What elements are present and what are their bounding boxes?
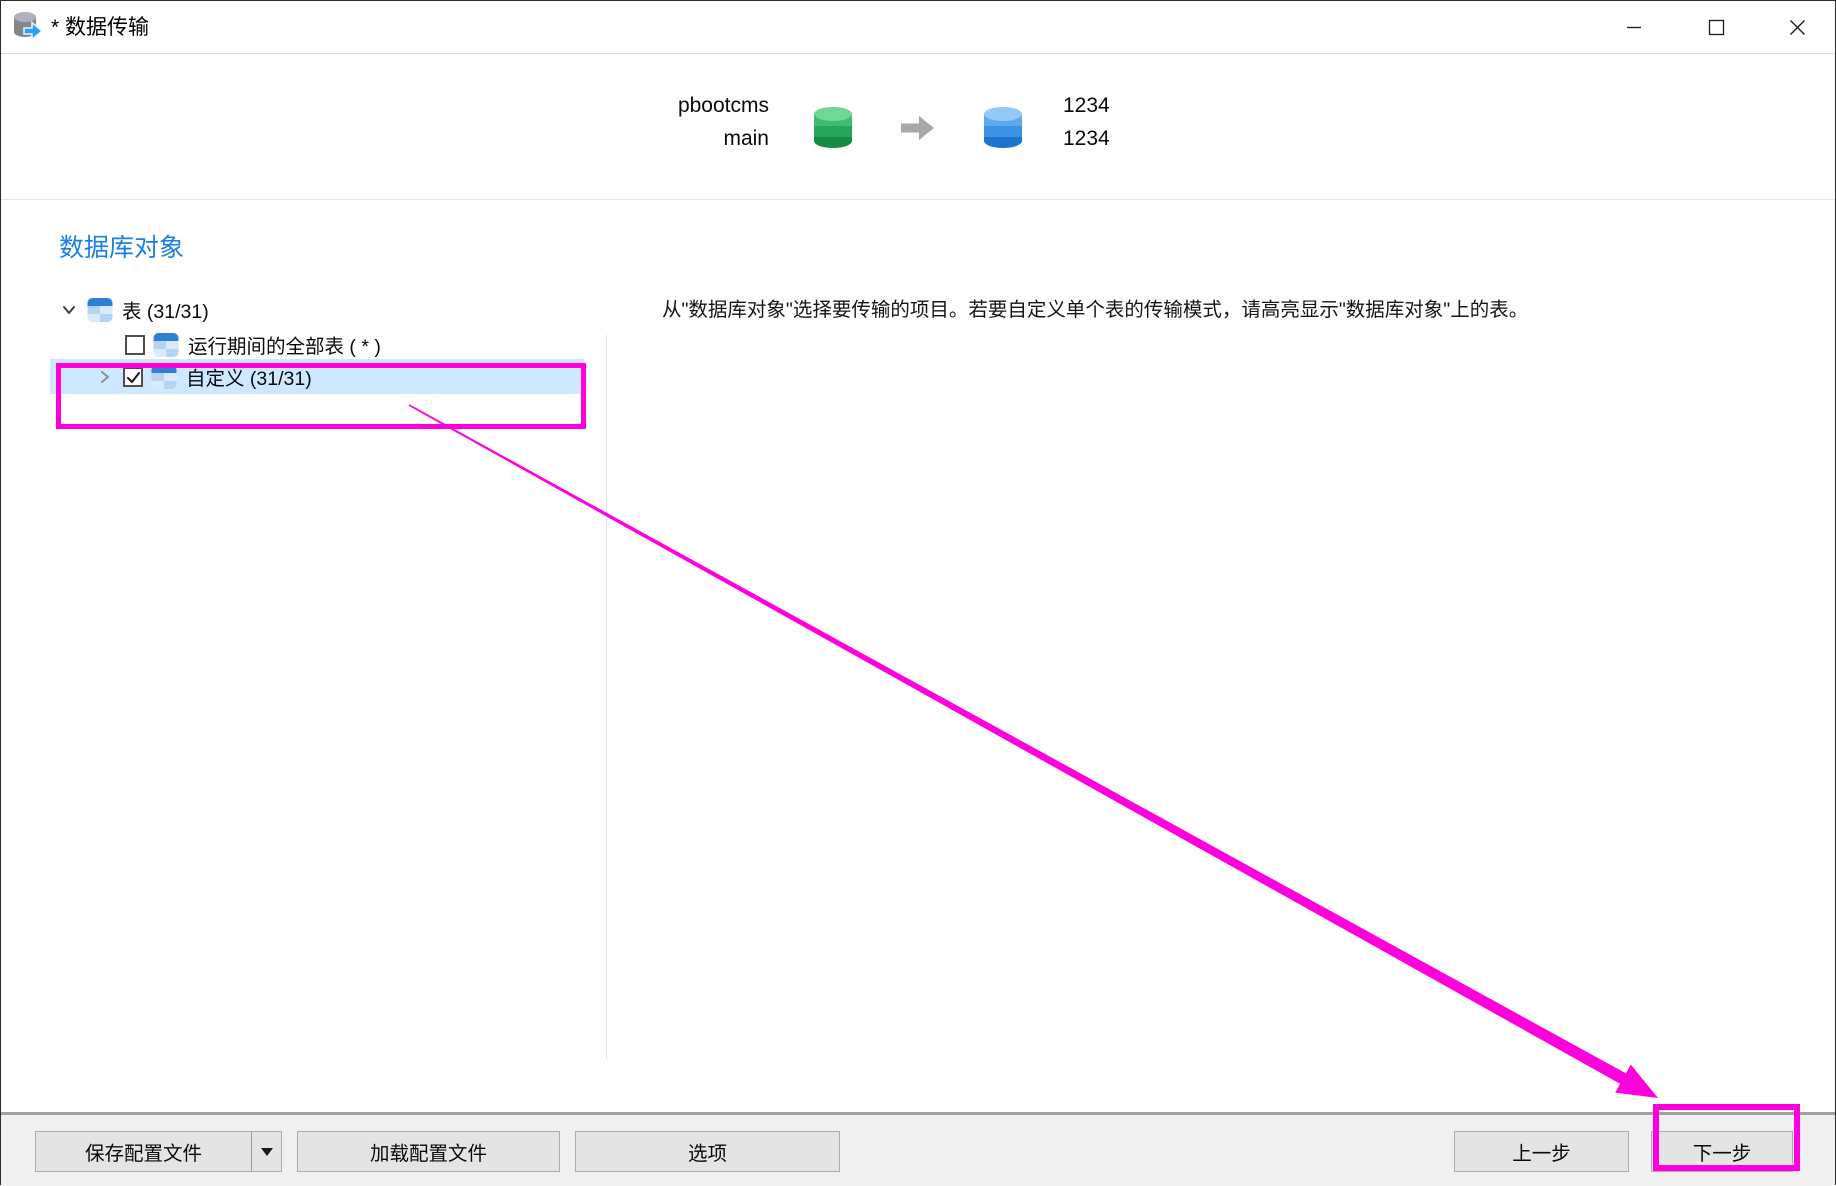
titlebar: * 数据传输 xyxy=(1,1,1835,54)
target-database-icon xyxy=(983,106,1023,150)
save-profile-label: 保存配置文件 xyxy=(36,1137,251,1166)
target-connection-label: 1234 1234 xyxy=(1063,89,1110,155)
maximize-button[interactable] xyxy=(1681,1,1751,53)
tree-label-all-tables: 运行期间的全部表 ( * ) xyxy=(188,330,381,359)
target-database: 1234 xyxy=(1063,122,1110,155)
tree-label-custom: 自定义 (31/31) xyxy=(186,362,312,391)
save-profile-button[interactable]: 保存配置文件 xyxy=(35,1131,282,1172)
chevron-down-icon[interactable] xyxy=(61,302,77,318)
tree-row-tables[interactable]: 表 (31/31) xyxy=(61,292,209,327)
header-divider xyxy=(1,199,1835,200)
source-database: main xyxy=(678,122,769,155)
close-button[interactable] xyxy=(1762,1,1832,53)
table-icon xyxy=(151,364,177,390)
panel-divider xyxy=(606,335,607,1059)
previous-button[interactable]: 上一步 xyxy=(1454,1131,1629,1172)
load-profile-button[interactable]: 加载配置文件 xyxy=(297,1131,560,1172)
next-button[interactable]: 下一步 xyxy=(1651,1131,1793,1172)
dropdown-caret-icon xyxy=(261,1148,273,1156)
source-database-icon xyxy=(813,106,853,150)
next-label: 下一步 xyxy=(1693,1137,1752,1166)
checkbox-all-tables[interactable] xyxy=(125,335,145,355)
load-profile-label: 加载配置文件 xyxy=(370,1137,487,1166)
tree-row-all-tables[interactable]: 运行期间的全部表 ( * ) xyxy=(125,327,381,362)
source-name: pbootcms xyxy=(678,89,769,122)
database-transfer-app-icon xyxy=(12,11,44,43)
options-label: 选项 xyxy=(688,1137,727,1166)
table-icon xyxy=(153,332,179,358)
source-connection-label: pbootcms main xyxy=(678,89,769,155)
checkbox-custom-checked[interactable] xyxy=(123,367,143,387)
checkmark-icon xyxy=(126,370,142,386)
chevron-right-icon[interactable] xyxy=(97,369,113,385)
transfer-arrow-icon xyxy=(899,114,937,142)
minimize-icon xyxy=(1626,19,1642,35)
data-transfer-window: * 数据传输 pbootcms main xyxy=(0,0,1836,1185)
footer-bar: 保存配置文件 加载配置文件 选项 上一步 下一步 xyxy=(1,1112,1835,1186)
save-profile-dropdown[interactable] xyxy=(251,1132,281,1171)
maximize-icon xyxy=(1708,19,1725,36)
tree-label-tables: 表 (31/31) xyxy=(122,295,209,324)
table-icon xyxy=(87,297,113,323)
previous-label: 上一步 xyxy=(1512,1137,1571,1166)
database-objects-heading: 数据库对象 xyxy=(59,228,184,264)
close-icon xyxy=(1789,19,1806,36)
window-title: * 数据传输 xyxy=(51,1,149,54)
instruction-text: 从"数据库对象"选择要传输的项目。若要自定义单个表的传输模式，请高亮显示"数据库… xyxy=(662,293,1612,322)
annotation-arrow xyxy=(1,1,1836,1186)
options-button[interactable]: 选项 xyxy=(575,1131,840,1172)
target-name: 1234 xyxy=(1063,89,1110,122)
minimize-button[interactable] xyxy=(1599,1,1669,53)
tree-row-custom[interactable]: 自定义 (31/31) xyxy=(97,359,312,394)
